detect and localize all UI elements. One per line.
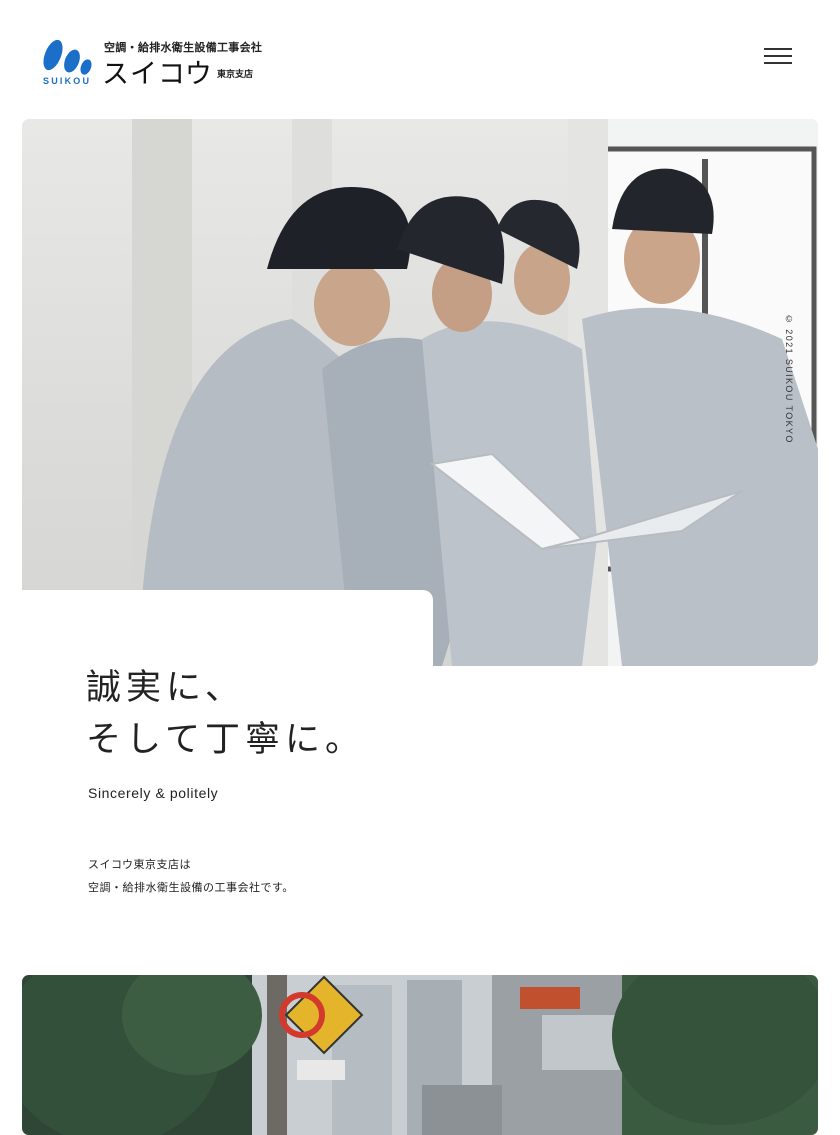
hero-photo: [22, 119, 818, 666]
logo-company-name: スイコウ: [102, 59, 213, 90]
street-photo-illustration: [22, 975, 818, 1135]
hero-photo-illustration: [132, 119, 818, 666]
hamburger-icon: [764, 62, 792, 64]
hero-title-line-1: 誠実に、: [86, 668, 245, 708]
site-logo[interactable]: SUIKOU 空調・給排水衛生設備工事会社 スイコウ 東京支店: [42, 36, 272, 90]
hero-description-line-1: スイコウ東京支店は: [88, 858, 192, 871]
hamburger-icon: [764, 48, 792, 50]
hero-title-line-2: そして丁寧に。: [86, 720, 365, 760]
hero-subtitle: Sincerely & politely: [88, 785, 219, 801]
photo-copyright: © 2021 SUIKOU TOKYO: [784, 314, 794, 444]
logo-english-text: SUIKOU: [43, 76, 92, 86]
logo-branch-name: 東京支店: [217, 70, 254, 80]
site-header: SUIKOU 空調・給排水衛生設備工事会社 スイコウ 東京支店: [0, 0, 840, 118]
hero-title: 誠実に、 そして丁寧に。: [86, 662, 506, 766]
street-photo: [22, 975, 818, 1135]
menu-button[interactable]: [760, 44, 796, 68]
hero-description-line-2: 空調・給排水衛生設備の工事会社です。: [88, 881, 294, 894]
hamburger-icon: [764, 55, 792, 57]
hero-description: スイコウ東京支店は 空調・給排水衛生設備の工事会社です。: [88, 853, 294, 899]
